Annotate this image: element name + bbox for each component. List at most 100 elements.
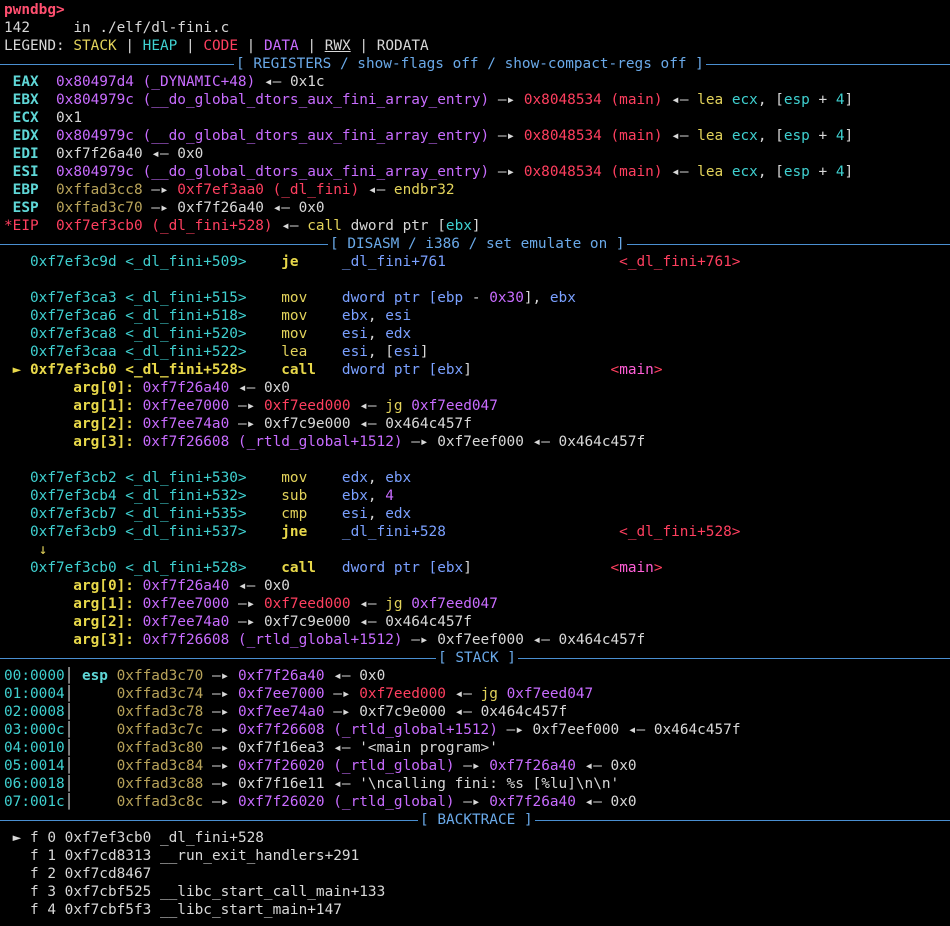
disasm-row: ► 0xf7ef3cb0 <_dl_fini+528> call dword p… [0,361,950,379]
stack-row-segment: 0xffad3c88 [116,776,212,792]
stack-row-segment: 01:0004 [4,686,65,702]
register-row-segment: ecx [731,128,758,144]
disasm-row: arg[1]: 0xf7ee7000 —▸ 0xf7eed000 ◂— jg 0… [0,595,950,613]
disasm-row-segment: 0xf7ef3ca8 <_dl_fini+520> [4,326,282,342]
disasm-row-segment: 0xf7eef000 [437,434,533,450]
stack-header: [ STACK ] [436,649,518,667]
register-row: EAX 0x80497d4 (_DYNAMIC+48) ◂— 0x1c [0,73,950,91]
disasm-row-segment: > [653,362,663,378]
source-line-text: in ./elf/dl-fini.c [73,20,230,36]
stack-row: 07:001c│ 0xffad3c8c —▸ 0xf7f26020 (_rtld… [0,793,950,811]
disasm-row-segment: , [367,326,386,342]
disasm-row-segment: 0xf7ef3ca3 <_dl_fini+515> [4,290,282,306]
disasm-row: 0xf7ef3c9d <_dl_fini+509> je _dl_fini+76… [0,253,950,271]
disasm-row-segment: call [281,560,342,576]
disasm-row-segment: cmp [281,506,342,522]
disasm-row-segment: ], [523,290,550,306]
stack-row-segment: 03:000c [4,722,65,738]
disasm-row-segment: 0xf7c9e000 [263,416,360,432]
source-line-number: 142 [4,20,30,36]
disasm-row: 0xf7ef3cb4 <_dl_fini+532> sub ebx, 4 [0,487,950,505]
disasm-row-segment: edx [385,326,412,342]
disasm-row-segment: 0xf7eed047 [411,398,498,414]
stack-row-segment: │ [64,776,117,792]
register-row-segment: dword ptr [ [350,218,446,234]
legend-rwx: RWX [324,38,351,54]
disasm-row-segment: 0xf7eed000 [263,596,360,612]
disasm-row-segment: 4 [385,488,394,504]
register-row-segment: , [ [757,92,784,108]
backtrace-frame-segment: f 3 [4,884,65,900]
disasm-row-segment: —▸ [237,596,264,612]
disasm-row-segment [446,254,619,270]
register-row-segment: ] [471,218,481,234]
disasm-row-segment: ] [419,344,429,360]
backtrace-frame-segment: 0xf7cd8313 [64,848,160,864]
stack-row-segment: 0xf7eed000 [359,686,455,702]
stack-row-segment: 0xffad3c78 [116,704,212,720]
register-row-segment: + [809,92,836,108]
stack-row-segment: ◂— [454,704,481,720]
stack-row-segment: │ [64,686,117,702]
disasm-row-segment: call [281,362,342,378]
disasm-row-segment: 0x30 [489,290,524,306]
stack-row-segment: 0xf7f26a40 [489,794,585,810]
disasm-row-segment: —▸ [237,398,264,414]
disasm-row [0,271,950,289]
register-row: ESP 0xffad3c70 —▸ 0xf7f26a40 ◂— 0x0 [0,199,950,217]
stack-row-segment: 02:0008 [4,704,65,720]
legend-label: LEGEND: [4,38,65,54]
stack-row-segment: —▸ [211,722,238,738]
disasm-row-segment: 0xf7eed000 [263,398,360,414]
stack-row-segment: 00:0000 [4,668,65,684]
stack-row-segment: │ [64,794,117,810]
backtrace-frame-segment: __libc_start_call_main+133 [159,884,386,900]
disasm-row-segment: _dl_fini+528 [341,524,446,540]
disasm-row: 0xf7ef3cb0 <_dl_fini+528> call dword ptr… [0,559,950,577]
stack-row-segment: ◂— [333,740,360,756]
stack-row-segment: │ [64,722,117,738]
stack-row-segment: 0xffad3c70 [116,668,212,684]
register-row-segment: EAX [4,74,48,90]
register-row-segment: 0xf7ef3cb0 (_dl_fini+528) [47,218,282,234]
stack-row-segment: '\ncalling fini: %s [%lu]\n\n' [359,776,620,792]
register-row-segment: ◂— [671,92,698,108]
disasm-row-segment: jne [281,524,342,540]
disasm-row-segment: esi [341,506,368,522]
stack-row-segment: —▸ [211,794,238,810]
disasm-row-segment: 0xf7ef3cb0 <_dl_fini+528> [4,560,282,576]
backtrace-frame-segment: _dl_fini+528 [159,830,264,846]
register-row: EDI 0xf7f26a40 ◂— 0x0 [0,145,950,163]
stack-row-segment: 0xffad3c8c [116,794,212,810]
register-row-segment: esp [783,128,810,144]
stack-row-segment: 06:0018 [4,776,65,792]
backtrace-frame: f 3 0xf7cbf525 __libc_start_call_main+13… [0,883,950,901]
disasm-row-segment: 0x464c457f [385,416,472,432]
disasm-row: arg[2]: 0xf7ee74a0 —▸ 0xf7c9e000 ◂— 0x46… [0,415,950,433]
disasm-row-segment: arg[2]: [4,416,143,432]
disasm-row-segment: arg[0]: [4,578,143,594]
stack-row-segment: —▸ [211,776,238,792]
disasm-row-segment: < [610,560,620,576]
backtrace-frame-segment: 0xf7cbf525 [64,884,160,900]
disasm-row-segment: ◂— [359,596,386,612]
register-row-segment: call [307,218,351,234]
disasm-row: arg[0]: 0xf7f26a40 ◂— 0x0 [0,379,950,397]
stack-row-segment: 0xffad3c74 [116,686,212,702]
stack-row-segment: —▸ [333,704,360,720]
stack-row-segment: —▸ [463,758,490,774]
disasm-row-segment: ] [463,560,472,576]
register-row: EDX 0x804979c (__do_global_dtors_aux_fin… [0,127,950,145]
disasm-row-segment: —▸ [237,614,264,630]
disasm-row-segment: main [619,560,654,576]
stack-row-segment: 0xf7f26a40 [489,758,585,774]
disasm-row-segment: dword ptr [ [341,362,438,378]
stack-row-segment: ◂— [584,758,611,774]
stack-row-segment: —▸ [211,740,238,756]
register-row-segment: —▸ [151,182,178,198]
disasm-row-segment: 0xf7ef3cb2 <_dl_fini+530> [4,470,282,486]
stack-row-segment: —▸ [211,758,238,774]
stack-row-segment: 0xf7f26a40 [237,668,334,684]
disasm-row-segment: 0xf7ef3c9d <_dl_fini+509> [4,254,282,270]
stack-row: 00:0000│ esp 0xffad3c70 —▸ 0xf7f26a40 ◂—… [0,667,950,685]
